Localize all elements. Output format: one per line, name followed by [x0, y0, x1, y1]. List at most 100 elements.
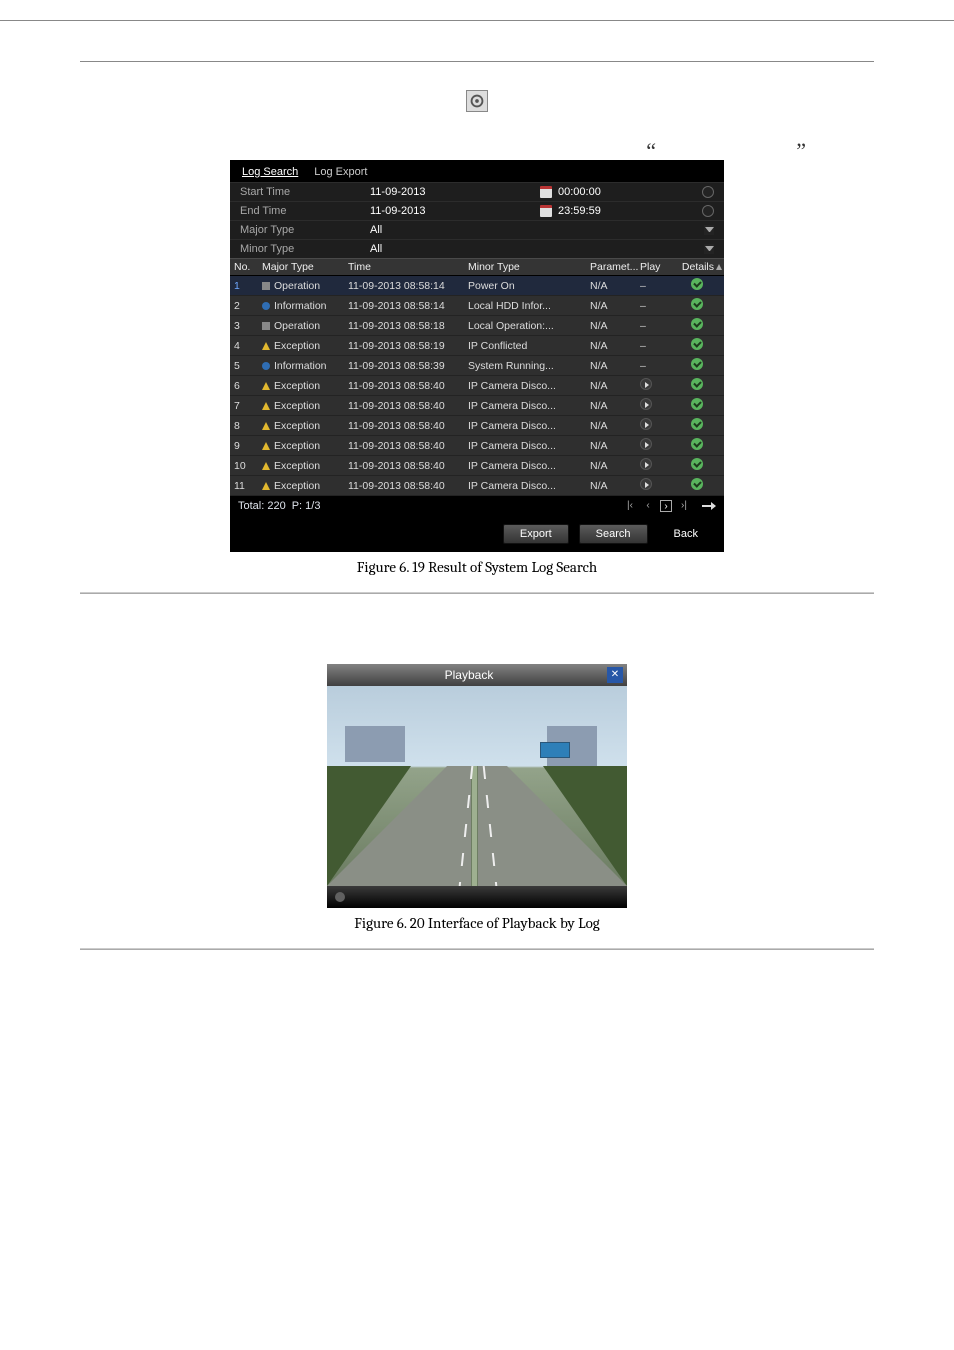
cell-param: N/A — [590, 300, 640, 312]
play-icon[interactable] — [640, 398, 652, 410]
chevron-down-icon[interactable] — [704, 244, 714, 254]
cell-time: 11-09-2013 08:58:40 — [348, 480, 468, 492]
table-row[interactable]: 7Exception11-09-2013 08:58:40IP Camera D… — [230, 396, 724, 416]
calendar-icon[interactable] — [540, 186, 552, 198]
details-icon[interactable] — [691, 478, 703, 490]
cell-param: N/A — [590, 320, 640, 332]
play-icon[interactable] — [640, 458, 652, 470]
details-icon[interactable] — [691, 358, 703, 370]
end-time-input[interactable]: 23:59:59 — [558, 205, 601, 217]
cell-time: 11-09-2013 08:58:40 — [348, 380, 468, 392]
table-row[interactable]: 3Operation11-09-2013 08:58:18Local Opera… — [230, 316, 724, 336]
tab-log-search[interactable]: Log Search — [242, 166, 298, 178]
details-icon[interactable] — [691, 458, 703, 470]
cell-no: 9 — [234, 440, 262, 452]
clock-icon[interactable] — [702, 186, 714, 198]
playback-viewport[interactable] — [327, 686, 627, 886]
cell-no: 7 — [234, 400, 262, 412]
table-row[interactable]: 2Information11-09-2013 08:58:14Local HDD… — [230, 296, 724, 316]
cell-major: Exception — [262, 400, 348, 412]
cell-major: Exception — [262, 380, 348, 392]
cell-minor: IP Camera Disco... — [468, 460, 590, 472]
search-button[interactable]: Search — [579, 524, 648, 544]
cell-param: N/A — [590, 460, 640, 472]
details-icon[interactable] — [691, 418, 703, 430]
page-next-button[interactable]: › — [660, 500, 672, 512]
col-minor: Minor Type — [468, 261, 590, 273]
minor-type-select[interactable]: All — [370, 243, 540, 255]
cell-play: – — [640, 360, 672, 372]
close-icon[interactable]: ✕ — [607, 667, 623, 683]
details-icon[interactable] — [691, 298, 703, 310]
cell-no: 4 — [234, 340, 262, 352]
start-date-input[interactable]: 11-09-2013 — [370, 186, 540, 198]
cell-major: Exception — [262, 420, 348, 432]
col-major: Major Type — [262, 261, 348, 273]
back-button[interactable]: Back — [658, 524, 714, 544]
log-table-header: No. Major Type Time Minor Type Paramet..… — [230, 258, 724, 276]
details-icon[interactable] — [691, 398, 703, 410]
table-row[interactable]: 1Operation11-09-2013 08:58:14Power OnN/A… — [230, 276, 724, 296]
severity-icon — [262, 442, 270, 450]
cell-details — [672, 438, 722, 453]
details-icon[interactable] — [691, 278, 703, 290]
cell-minor: IP Camera Disco... — [468, 420, 590, 432]
cell-play — [640, 478, 672, 493]
page-first-button[interactable]: |‹ — [624, 500, 636, 512]
chevron-down-icon[interactable] — [704, 225, 714, 235]
severity-icon — [262, 282, 270, 290]
col-param: Paramet... — [590, 261, 640, 273]
play-icon[interactable] — [640, 418, 652, 430]
start-time-input[interactable]: 00:00:00 — [558, 186, 601, 198]
details-icon[interactable] — [691, 318, 703, 330]
playback-panel: Playback ✕ — [327, 664, 627, 908]
details-icon[interactable] — [691, 438, 703, 450]
cell-minor: Local Operation:... — [468, 320, 590, 332]
details-icon[interactable] — [691, 378, 703, 390]
page-last-button[interactable]: ›| — [678, 500, 690, 512]
col-no: No. — [234, 261, 262, 273]
cell-play — [640, 438, 672, 453]
play-icon[interactable] — [640, 478, 652, 490]
major-type-select[interactable]: All — [370, 224, 540, 236]
cell-major: Exception — [262, 480, 348, 492]
export-button[interactable]: Export — [503, 524, 569, 544]
cell-play: – — [640, 280, 672, 292]
cell-details — [672, 358, 722, 373]
playback-title: Playback — [331, 668, 607, 682]
play-icon[interactable] — [640, 438, 652, 450]
go-arrow-icon[interactable] — [702, 501, 716, 511]
cell-major: Information — [262, 360, 348, 372]
clock-icon[interactable] — [702, 205, 714, 217]
playback-toolbar-icon — [466, 90, 488, 112]
sort-caret-icon — [716, 264, 722, 270]
cell-play: – — [640, 300, 672, 312]
table-row[interactable]: 9Exception11-09-2013 08:58:40IP Camera D… — [230, 436, 724, 456]
calendar-icon[interactable] — [540, 205, 552, 217]
tab-log-export[interactable]: Log Export — [314, 166, 367, 178]
cell-play — [640, 378, 672, 393]
end-time-label: End Time — [240, 205, 370, 217]
end-date-input[interactable]: 11-09-2013 — [370, 205, 540, 217]
table-row[interactable]: 11Exception11-09-2013 08:58:40IP Camera … — [230, 476, 724, 496]
cell-play: – — [640, 340, 672, 352]
details-icon[interactable] — [691, 338, 703, 350]
log-search-panel: Log Search Log Export Start Time 11-09-2… — [230, 160, 724, 552]
play-icon[interactable] — [640, 378, 652, 390]
cell-no: 11 — [234, 480, 262, 492]
cell-play — [640, 458, 672, 473]
table-row[interactable]: 8Exception11-09-2013 08:58:40IP Camera D… — [230, 416, 724, 436]
severity-icon — [262, 382, 270, 390]
table-row[interactable]: 5Information11-09-2013 08:58:39System Ru… — [230, 356, 724, 376]
cell-param: N/A — [590, 440, 640, 452]
cell-details — [672, 378, 722, 393]
table-row[interactable]: 6Exception11-09-2013 08:58:40IP Camera D… — [230, 376, 724, 396]
table-row[interactable]: 4Exception11-09-2013 08:58:19IP Conflict… — [230, 336, 724, 356]
col-details: Details — [682, 261, 714, 273]
quote-open: “ — [646, 138, 656, 164]
page-prev-button[interactable]: ‹ — [642, 500, 654, 512]
playback-control-icon[interactable] — [335, 892, 345, 902]
table-row[interactable]: 10Exception11-09-2013 08:58:40IP Camera … — [230, 456, 724, 476]
cell-time: 11-09-2013 08:58:40 — [348, 460, 468, 472]
severity-icon — [262, 342, 270, 350]
